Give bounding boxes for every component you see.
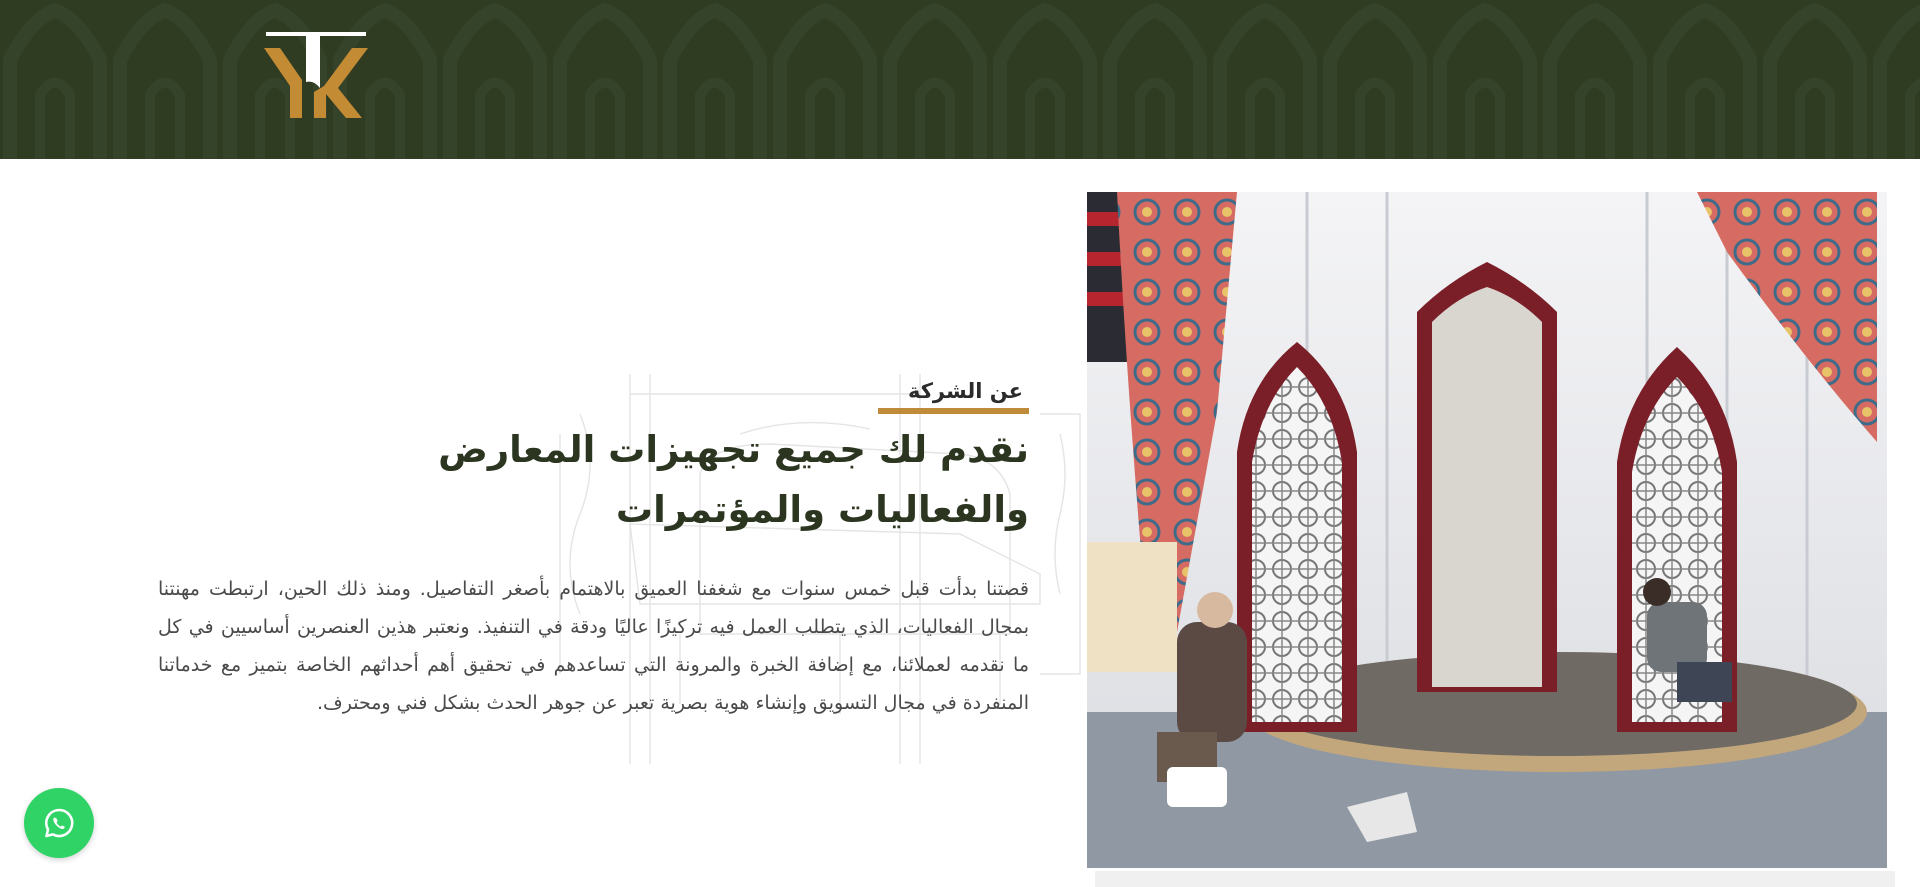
section-eyebrow: عن الشركة <box>907 379 1023 403</box>
about-paragraph: قصتنا بدأت قبل خمس سنوات مع شغفنا العميق… <box>158 578 1029 714</box>
whatsapp-button[interactable] <box>24 788 94 858</box>
about-photo <box>1087 192 1887 868</box>
whatsapp-icon <box>44 808 74 838</box>
about-text-block: عن الشركة نقدم لك جميع تجهيزات المعارض و… <box>158 379 1029 722</box>
section-headline: نقدم لك جميع تجهيزات المعارض والفعاليات … <box>438 428 1029 531</box>
eyebrow-underline <box>878 408 1029 414</box>
stage-setup-image <box>1087 192 1887 868</box>
logo[interactable] <box>262 30 370 122</box>
site-header <box>0 0 1920 159</box>
about-section: عن الشركة نقدم لك جميع تجهيزات المعارض و… <box>0 159 1920 887</box>
photo-shadow <box>1095 871 1895 887</box>
